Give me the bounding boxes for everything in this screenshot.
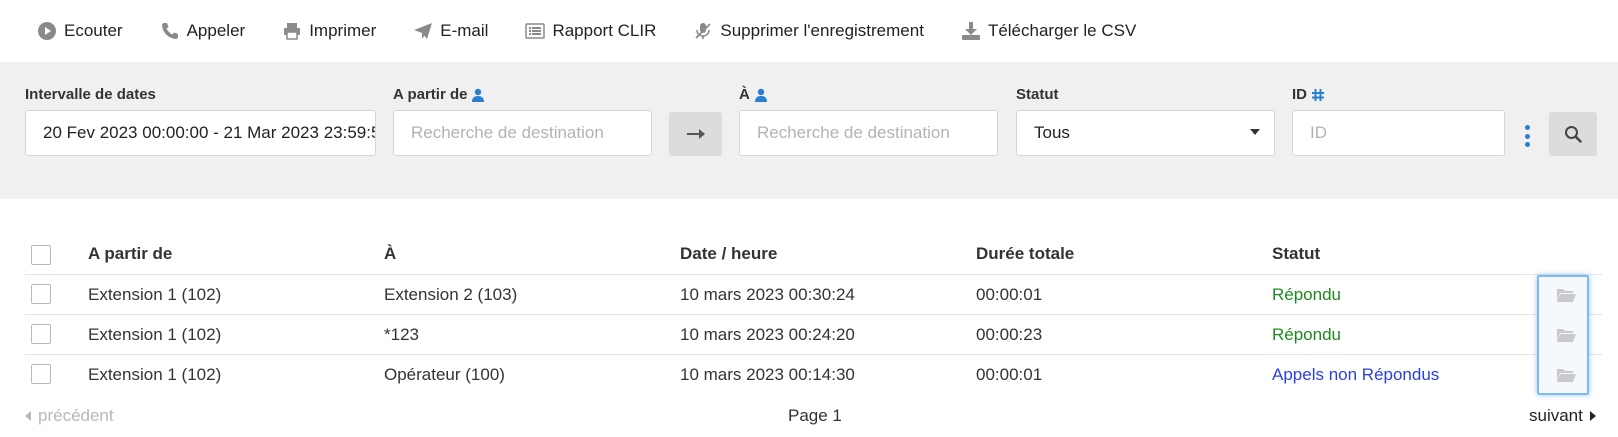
more-options-icon[interactable] — [1521, 125, 1533, 147]
search-icon — [1565, 126, 1582, 143]
cell-status: Répondu — [1272, 325, 1342, 344]
caret-down-icon — [1250, 129, 1260, 135]
id-label: ID — [1292, 86, 1325, 103]
hash-icon — [1312, 88, 1324, 101]
status-selected: Tous — [1034, 123, 1070, 142]
status-label: Statut — [1016, 86, 1059, 103]
print-button[interactable]: Imprimer — [282, 21, 376, 41]
from-search-input[interactable]: Recherche de destination — [393, 110, 652, 156]
from-placeholder: Recherche de destination — [411, 123, 604, 142]
to-label-text: À — [739, 86, 750, 103]
cell-datetime: 10 mars 2023 00:30:24 — [680, 285, 855, 304]
download-csv-button[interactable]: Télécharger le CSV — [961, 21, 1136, 41]
previous-page-link[interactable]: précédent — [25, 406, 114, 426]
call-label: Appeler — [186, 21, 246, 40]
folder-open-icon[interactable] — [1556, 367, 1576, 383]
paper-plane-icon — [414, 23, 433, 39]
search-button[interactable] — [1549, 112, 1597, 156]
id-input[interactable]: ID — [1292, 110, 1505, 156]
divider — [25, 274, 1602, 275]
from-label: A partir de — [393, 86, 485, 103]
clir-report-label: Rapport CLIR — [552, 21, 657, 40]
cell-from: Extension 1 (102) — [88, 365, 222, 384]
delete-recording-button[interactable]: Supprimer l'enregistrement — [693, 21, 924, 41]
printer-icon — [284, 23, 301, 40]
from-label-text: A partir de — [393, 86, 468, 103]
row-checkbox[interactable] — [31, 324, 51, 344]
status-select[interactable]: Tous — [1016, 110, 1275, 156]
user-icon — [472, 88, 485, 102]
download-icon — [961, 22, 980, 40]
next-page-link[interactable]: suivant — [1529, 406, 1596, 426]
divider — [25, 354, 1602, 355]
next-page-label: suivant — [1529, 406, 1583, 425]
divider — [25, 314, 1602, 315]
id-label-text: ID — [1292, 86, 1307, 103]
delete-recording-label: Supprimer l'enregistrement — [720, 21, 924, 40]
column-header-from[interactable]: A partir de — [88, 244, 172, 264]
cell-status: Répondu — [1272, 285, 1342, 304]
cell-datetime: 10 mars 2023 00:14:30 — [680, 365, 855, 384]
cell-duration: 00:00:01 — [976, 365, 1043, 384]
cell-duration: 00:00:23 — [976, 325, 1043, 344]
date-range-input[interactable]: 20 Fev 2023 00:00:00 - 21 Mar 2023 23:59… — [25, 110, 376, 156]
column-header-datetime[interactable]: Date / heure — [680, 244, 777, 264]
cell-datetime: 10 mars 2023 00:24:20 — [680, 325, 855, 344]
email-label: E-mail — [440, 21, 489, 40]
listen-button[interactable]: Ecouter — [37, 21, 123, 41]
folder-open-icon[interactable] — [1556, 287, 1576, 303]
cell-to: Opérateur (100) — [384, 365, 505, 384]
swap-direction-button[interactable] — [669, 112, 722, 156]
cell-duration: 00:00:01 — [976, 285, 1043, 304]
print-label: Imprimer — [309, 21, 377, 40]
cell-from: Extension 1 (102) — [88, 285, 222, 304]
listen-label: Ecouter — [64, 21, 123, 40]
cell-to: *123 — [384, 325, 419, 344]
date-range-label: Intervalle de dates — [25, 86, 156, 103]
to-search-input[interactable]: Recherche de destination — [739, 110, 998, 156]
clir-report-button[interactable]: Rapport CLIR — [525, 21, 656, 41]
filter-panel: Intervalle de dates 20 Fev 2023 00:00:00… — [0, 62, 1618, 199]
folder-open-icon[interactable] — [1556, 327, 1576, 343]
date-range-label-text: Intervalle de dates — [25, 86, 156, 103]
select-all-checkbox[interactable] — [31, 245, 51, 265]
status-label-text: Statut — [1016, 86, 1059, 103]
row-checkbox[interactable] — [31, 284, 51, 304]
cell-to: Extension 2 (103) — [384, 285, 518, 304]
id-placeholder: ID — [1310, 123, 1327, 142]
to-label: À — [739, 86, 768, 103]
column-header-duration[interactable]: Durée totale — [976, 244, 1074, 264]
previous-page-label: précédent — [38, 406, 114, 425]
phone-icon — [161, 23, 178, 39]
page-indicator: Page 1 — [788, 406, 842, 425]
arrow-right-icon — [686, 129, 705, 139]
user-icon — [754, 88, 767, 102]
play-circle-icon — [38, 22, 56, 40]
date-range-value: 20 Fev 2023 00:00:00 - 21 Mar 2023 23:59… — [43, 123, 376, 142]
email-button[interactable]: E-mail — [413, 21, 488, 41]
row-checkbox[interactable] — [31, 364, 51, 384]
download-csv-label: Télécharger le CSV — [987, 21, 1137, 40]
column-header-status[interactable]: Statut — [1272, 244, 1320, 264]
microphone-slash-icon — [695, 23, 712, 39]
column-header-to[interactable]: À — [384, 244, 396, 264]
toolbar: Ecouter Appeler Imprimer E-mail Rapport … — [0, 0, 1618, 62]
cell-from: Extension 1 (102) — [88, 325, 222, 344]
list-icon — [525, 23, 546, 39]
cell-status: Appels non Répondus — [1272, 365, 1440, 384]
call-button[interactable]: Appeler — [160, 21, 246, 41]
to-placeholder: Recherche de destination — [757, 123, 950, 142]
caret-left-icon — [25, 411, 31, 421]
caret-right-icon — [1589, 411, 1596, 421]
